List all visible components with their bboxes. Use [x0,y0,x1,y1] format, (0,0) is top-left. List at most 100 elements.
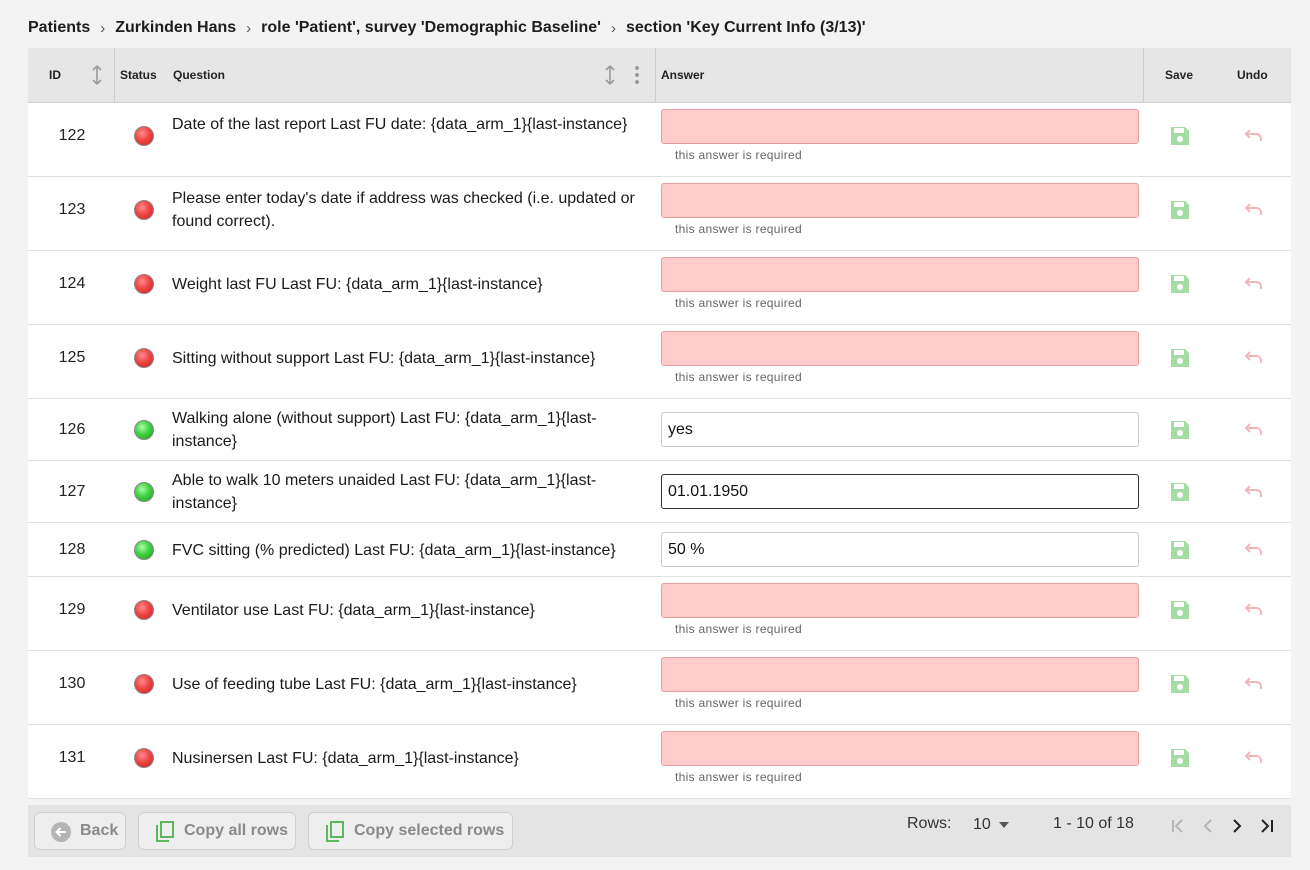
undo-arrow-icon[interactable] [1242,273,1264,295]
more-vertical-icon[interactable] [630,65,644,85]
header-id[interactable]: ID [49,48,61,102]
floppy-disk-icon[interactable] [1169,747,1191,769]
answer-input[interactable] [661,731,1139,766]
copy-selected-rows-button[interactable]: Copy selected rows [308,812,513,850]
status-indicator [134,126,154,146]
first-page-icon[interactable] [1168,816,1188,836]
breadcrumb-patient-name[interactable]: Zurkinden Hans [115,19,236,37]
floppy-disk-icon[interactable] [1169,125,1191,147]
undo-arrow-icon[interactable] [1242,599,1264,621]
floppy-disk-icon[interactable] [1169,599,1191,621]
caret-down-icon [998,822,1009,828]
previous-page-icon[interactable] [1198,816,1218,836]
table-row[interactable]: 128 FVC sitting (% predicted) Last FU: {d… [28,523,1291,577]
undo-arrow-icon[interactable] [1242,481,1264,503]
required-message: this answer is required [675,370,802,384]
undo-arrow-icon[interactable] [1242,539,1264,561]
answer-input[interactable] [661,412,1139,447]
table-row[interactable]: 130 Use of feeding tube Last FU: {data_ar… [28,651,1291,725]
copy-all-label: Copy all rows [184,822,289,839]
required-message: this answer is required [675,770,802,784]
question-text: FVC sitting (% predicted) Last FU: {data… [172,541,616,559]
answer-input[interactable] [661,183,1139,218]
row-id: 131 [58,749,86,766]
row-id: 124 [58,275,86,292]
row-id: 127 [58,482,86,500]
table-row[interactable]: 129 Ventilator use Last FU: {data_arm_1}{… [28,577,1291,651]
status-indicator [134,274,154,294]
header-save: Save [1165,68,1194,82]
status-indicator [134,420,154,440]
undo-arrow-icon[interactable] [1242,347,1264,369]
next-page-icon[interactable] [1227,816,1247,836]
floppy-disk-icon[interactable] [1169,539,1191,561]
table-row[interactable]: 125 Sitting without support Last FU: {dat… [28,325,1291,399]
table-row[interactable]: 131 Nusinersen Last FU: {data_arm_1}{last… [28,725,1291,799]
breadcrumb-separator: › [246,19,252,37]
question-text: Weight last FU Last FU: {data_arm_1}{las… [172,275,543,293]
floppy-disk-icon[interactable] [1169,419,1191,441]
row-id: 129 [58,601,86,618]
row-id: 126 [58,420,86,438]
row-id: 128 [58,540,86,558]
header-status: Status [120,68,157,82]
status-indicator [134,600,154,620]
column-divider [655,48,656,102]
copy-icon [326,821,344,842]
undo-arrow-icon[interactable] [1242,419,1264,441]
table-row[interactable]: 124 Weight last FU Last FU: {data_arm_1}{… [28,251,1291,325]
question-text: Walking alone (without support) Last FU:… [172,410,597,450]
header-answer: Answer [661,68,705,82]
question-text: Please enter today's date if address was… [172,190,635,230]
floppy-disk-icon[interactable] [1169,273,1191,295]
status-indicator [134,200,154,220]
breadcrumb-patients[interactable]: Patients [28,19,90,37]
row-id: 123 [58,201,86,218]
table-row[interactable]: 122 Date of the last report Last FU date:… [28,103,1291,177]
last-page-icon[interactable] [1257,816,1277,836]
status-indicator [134,748,154,768]
undo-arrow-icon[interactable] [1242,673,1264,695]
header-question[interactable]: Question [173,48,225,102]
floppy-disk-icon[interactable] [1169,199,1191,221]
answer-input[interactable] [661,331,1139,366]
table-row[interactable]: 126 Walking alone (without support) Last … [28,399,1291,461]
back-button[interactable]: Back [34,812,126,850]
rows-per-page-select[interactable]: 10 [973,813,1015,837]
answer-input[interactable] [661,474,1139,509]
status-indicator [134,482,154,502]
breadcrumb-survey[interactable]: role 'Patient', survey 'Demographic Base… [261,19,601,37]
answer-input[interactable] [661,257,1139,292]
floppy-disk-icon[interactable] [1169,347,1191,369]
rows-per-page-value: 10 [973,816,991,833]
sort-arrows-icon[interactable] [603,65,617,85]
answer-input[interactable] [661,657,1139,692]
status-indicator [134,674,154,694]
rows-per-page-label: Rows: [907,815,952,832]
floppy-disk-icon[interactable] [1169,481,1191,503]
copy-all-rows-button[interactable]: Copy all rows [138,812,296,850]
answer-input[interactable] [661,583,1139,618]
back-label: Back [80,822,119,839]
table-row[interactable]: 127 Able to walk 10 meters unaided Last F… [28,461,1291,523]
table-header: ID Status Question Answer Save Undo [28,48,1291,103]
question-text: Able to walk 10 meters unaided Last FU: … [172,472,597,512]
undo-arrow-icon[interactable] [1242,125,1264,147]
copy-selected-label: Copy selected rows [354,822,505,839]
row-id: 130 [58,675,86,692]
answer-input[interactable] [661,109,1139,144]
undo-arrow-icon[interactable] [1242,199,1264,221]
table-row[interactable]: 123 Please enter today's date if address … [28,177,1291,251]
table-footer: Back Copy all rows Copy selected rows Ro… [28,805,1291,857]
required-message: this answer is required [675,622,802,636]
status-indicator [134,348,154,368]
undo-arrow-icon[interactable] [1242,747,1264,769]
row-id: 122 [58,127,86,144]
pagination-range: 1 - 10 of 18 [1053,815,1134,832]
floppy-disk-icon[interactable] [1169,673,1191,695]
breadcrumb-separator: › [100,19,106,37]
sort-arrows-icon[interactable] [90,65,104,85]
breadcrumb-separator: › [610,19,616,37]
question-text: Date of the last report Last FU date: {d… [172,116,628,133]
answer-input[interactable] [661,532,1139,567]
